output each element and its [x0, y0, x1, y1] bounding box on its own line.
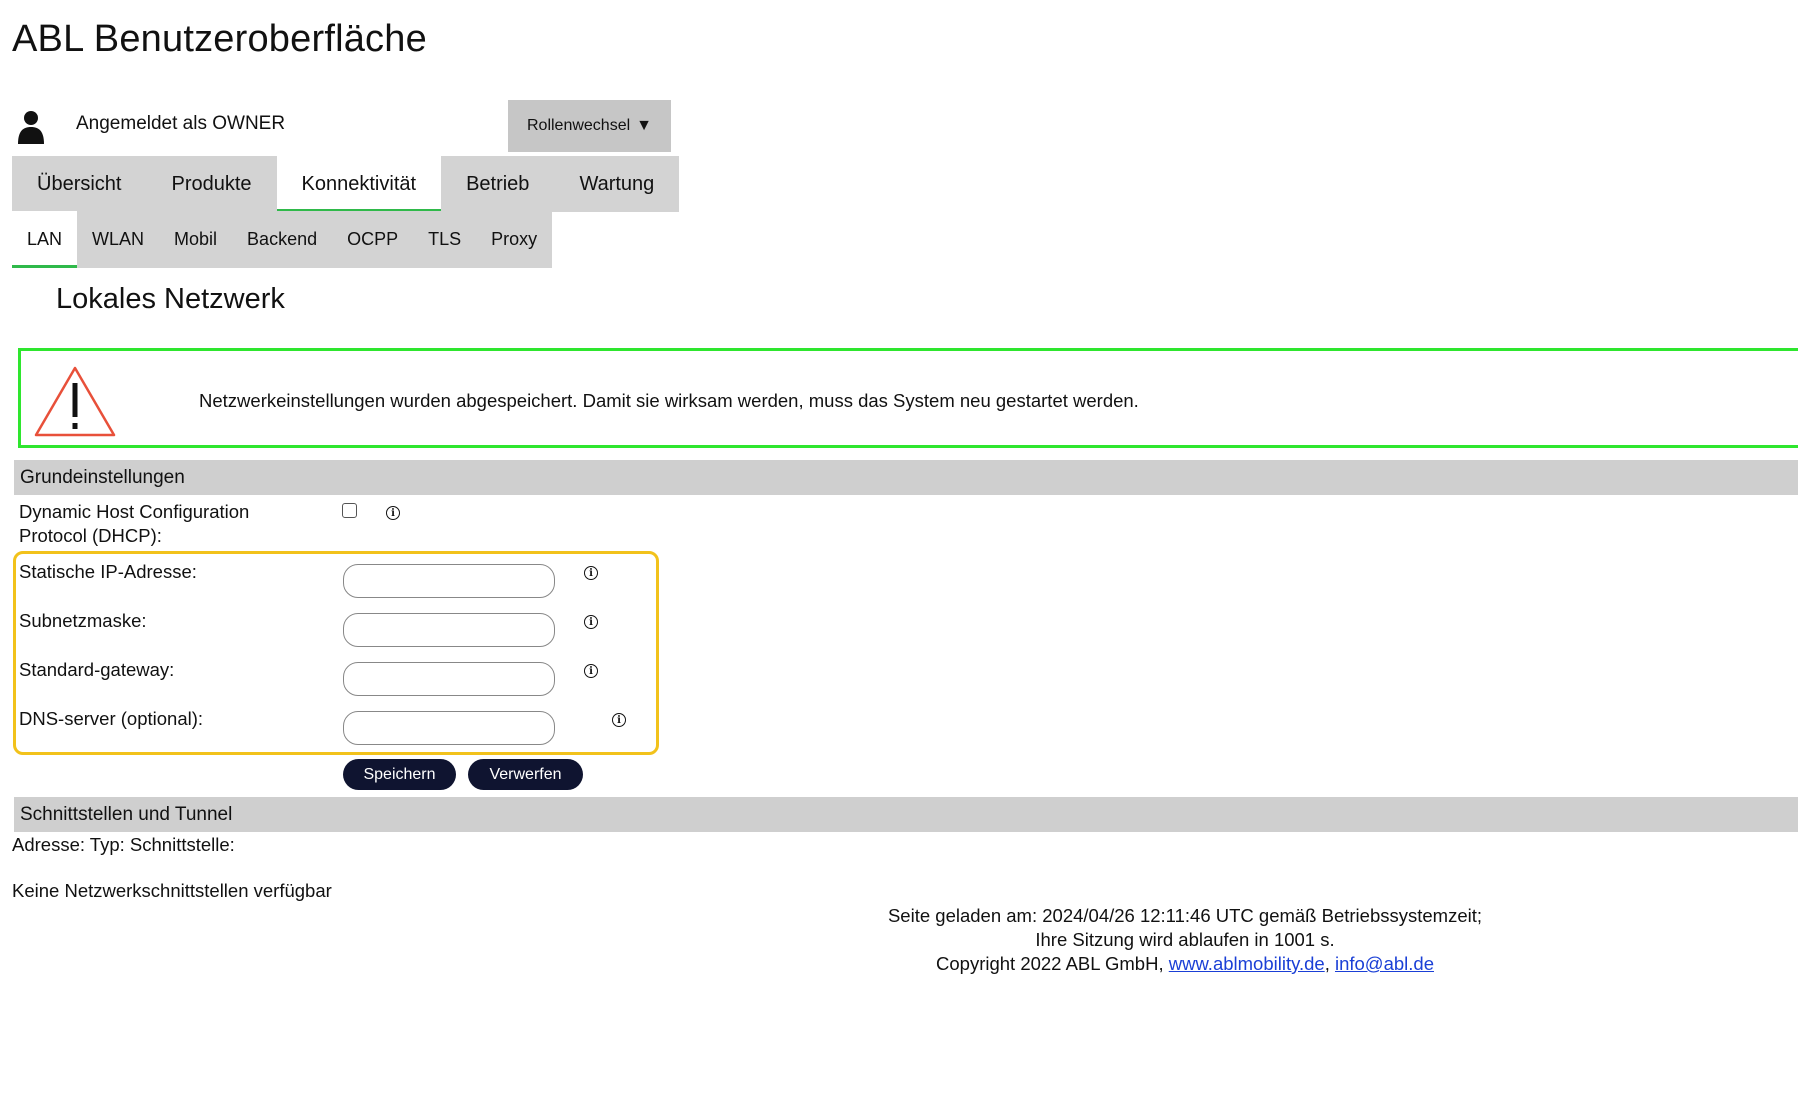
logged-in-user-label: Angemeldet als OWNER — [76, 113, 286, 134]
dns-server-input[interactable] — [343, 711, 555, 745]
tab-uebersicht[interactable]: Übersicht — [12, 156, 146, 212]
subtab-wlan[interactable]: WLAN — [77, 211, 159, 268]
default-gateway-info-icon[interactable]: i — [584, 664, 598, 678]
main-tabs: Übersicht Produkte Konnektivität Betrieb… — [12, 156, 680, 212]
tab-produkte[interactable]: Produkte — [146, 156, 276, 212]
user-icon — [18, 111, 44, 144]
dns-server-label: DNS-server (optional): — [19, 708, 204, 729]
footer-loaded-time: Seite geladen am: 2024/04/26 12:11:46 UT… — [887, 905, 1483, 926]
tab-wartung[interactable]: Wartung — [554, 156, 679, 212]
subnet-mask-label: Subnetzmaske: — [19, 610, 147, 631]
section-header-basic-settings: Grundeinstellungen — [14, 460, 1798, 495]
interfaces-empty-message: Keine Netzwerkschnittstellen verfügbar — [12, 880, 332, 901]
sub-tabs: LAN WLAN Mobil Backend OCPP TLS Proxy — [12, 211, 553, 268]
alert-box: Netzwerkeinstellungen wurden abgespeiche… — [18, 348, 1798, 448]
default-gateway-input[interactable] — [343, 662, 555, 696]
footer-copyright: Copyright 2022 ABL GmbH, — [936, 953, 1164, 974]
subtab-mobil[interactable]: Mobil — [159, 211, 232, 268]
subtab-backend[interactable]: Backend — [232, 211, 332, 268]
dhcp-label-line1: Dynamic Host Configuration — [19, 501, 250, 522]
warning-icon — [34, 366, 116, 437]
dhcp-checkbox[interactable] — [342, 503, 357, 518]
tab-betrieb[interactable]: Betrieb — [441, 156, 554, 212]
interfaces-column-headers: Adresse: Typ: Schnittstelle: — [12, 834, 235, 855]
subnet-mask-info-icon[interactable]: i — [584, 615, 598, 629]
subtab-proxy[interactable]: Proxy — [476, 211, 552, 268]
dns-server-info-icon[interactable]: i — [612, 713, 626, 727]
static-ip-info-icon[interactable]: i — [584, 566, 598, 580]
caret-down-icon: ▼ — [636, 117, 652, 134]
default-gateway-label: Standard-gateway: — [19, 659, 175, 680]
dhcp-info-icon[interactable]: i — [386, 506, 400, 520]
footer-separator: , — [1324, 953, 1330, 974]
email-link[interactable]: info@abl.de — [1335, 953, 1434, 974]
role-switch-label: Rollenwechsel — [526, 117, 631, 134]
subtab-lan[interactable]: LAN — [12, 211, 78, 268]
tab-konnektivitaet[interactable]: Konnektivität — [276, 156, 442, 212]
subtab-tls[interactable]: TLS — [413, 211, 476, 268]
static-ip-label: Statische IP-Adresse: — [19, 561, 197, 582]
alert-message: Netzwerkeinstellungen wurden abgespeiche… — [199, 390, 1139, 411]
subtab-ocpp[interactable]: OCPP — [332, 211, 413, 268]
static-ip-input[interactable] — [343, 564, 555, 598]
discard-button[interactable]: Verwerfen — [468, 759, 583, 790]
footer-session-expiry: Ihre Sitzung wird ablaufen in 1001 s. — [1035, 929, 1335, 950]
app-title: ABL Benutzeroberfläche — [12, 18, 427, 60]
website-link[interactable]: www.ablmobility.de — [1169, 953, 1325, 974]
subnet-mask-input[interactable] — [343, 613, 555, 647]
dhcp-label: Dynamic Host Configuration Protocol (DHC… — [19, 500, 249, 548]
save-button[interactable]: Speichern — [343, 759, 456, 790]
role-switch-button[interactable]: Rollenwechsel ▼ — [508, 100, 671, 152]
dhcp-label-line2: Protocol (DHCP): — [19, 525, 162, 546]
page-title: Lokales Netzwerk — [56, 283, 285, 315]
footer-copyright-line: Copyright 2022 ABL GmbH, www.ablmobility… — [820, 952, 1550, 976]
page-footer: Seite geladen am: 2024/04/26 12:11:46 UT… — [820, 904, 1550, 976]
section-header-interfaces: Schnittstellen und Tunnel — [14, 797, 1798, 832]
